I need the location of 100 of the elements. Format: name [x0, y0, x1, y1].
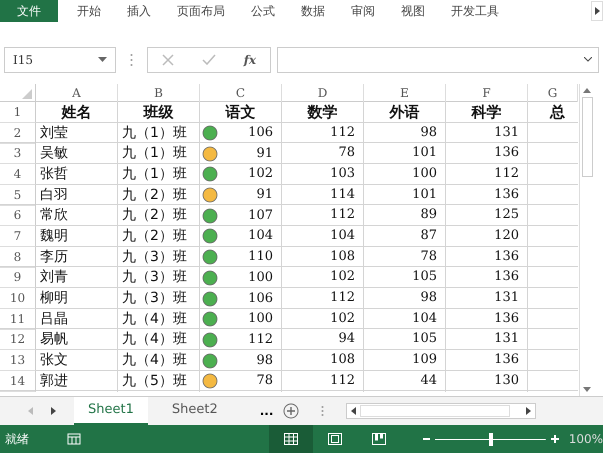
grip-icon — [321, 405, 324, 417]
slider-thumb[interactable] — [488, 432, 493, 446]
table-cell: 九（2）班 — [118, 226, 200, 247]
column-header[interactable]: F — [446, 84, 528, 102]
zoom-in-icon[interactable] — [550, 435, 559, 443]
table-cell: 104 — [282, 226, 364, 247]
table-cell: 张文 — [36, 350, 118, 372]
name-box[interactable]: I15 — [4, 46, 116, 73]
table-cell: 136 — [446, 308, 528, 330]
row-number[interactable]: 7 — [0, 226, 36, 247]
column-header[interactable]: B — [118, 84, 200, 102]
table-cell: 94 — [282, 329, 364, 350]
sheet-tab[interactable]: Sheet2 — [158, 397, 232, 425]
more-sheets-button[interactable]: ... — [260, 404, 274, 418]
ribbon-tab[interactable]: 审阅 — [338, 0, 388, 22]
ribbon-tab[interactable]: 视图 — [388, 0, 438, 22]
ribbon-tab[interactable]: 页面布局 — [164, 0, 238, 22]
table-cell: 136 — [446, 267, 528, 288]
table-cell-text: 106 — [248, 290, 273, 308]
table-cell: 100 — [364, 164, 446, 185]
row-number[interactable]: 13 — [0, 350, 36, 372]
table-cell: 九（1）班 — [118, 122, 200, 144]
ribbon-tab[interactable]: 公式 — [238, 0, 288, 22]
ribbon-tab[interactable]: 数据 — [288, 0, 338, 22]
row-number[interactable]: 14 — [0, 370, 36, 392]
table-cell: 易帆 — [36, 329, 118, 350]
row-number[interactable]: 8 — [0, 246, 36, 268]
row-number[interactable]: 9 — [0, 267, 36, 288]
ribbon-tab[interactable]: 文件 — [0, 0, 58, 22]
table-cell: 九（3）班 — [118, 267, 200, 288]
table-cell: 130 — [446, 370, 528, 392]
table-cell: 李历 — [36, 246, 118, 268]
table-cell: 136 — [446, 246, 528, 268]
table-cell: 120 — [446, 226, 528, 247]
table-cell: 136 — [446, 143, 528, 164]
table-cell: 87 — [364, 226, 446, 247]
row-number[interactable]: 12 — [0, 329, 36, 350]
row-number[interactable]: 11 — [0, 308, 36, 330]
table-cell: 109 — [364, 350, 446, 372]
table-cell: 104 — [364, 308, 446, 330]
table-cell: 108 — [282, 350, 364, 372]
table-cell: 九（2）班 — [118, 184, 200, 206]
table-cell: 131 — [446, 122, 528, 144]
row-number[interactable]: 5 — [0, 184, 36, 206]
row-number[interactable]: 4 — [0, 164, 36, 185]
table-cell: 98 — [364, 122, 446, 144]
chevron-down-icon — [584, 57, 592, 62]
grid-icon — [284, 433, 298, 445]
table-cell: 101 — [364, 184, 446, 206]
row-number[interactable]: 1 — [0, 102, 36, 123]
scrollbar-thumb[interactable] — [582, 96, 592, 177]
column-header[interactable]: G — [528, 84, 578, 102]
table-cell: 张哲 — [36, 164, 118, 185]
scroll-up-icon[interactable] — [583, 88, 591, 93]
table-cell-text: 100 — [248, 268, 273, 287]
scrollbar-thumb[interactable] — [360, 405, 510, 417]
table-cell: 常欣 — [36, 205, 118, 226]
zoom-out-icon[interactable] — [422, 435, 430, 443]
row-number[interactable]: 2 — [0, 122, 36, 144]
table-cell: 吕晶 — [36, 308, 118, 330]
scroll-left-icon[interactable] — [351, 407, 356, 415]
ribbon-tab[interactable]: 开发工具 — [438, 0, 512, 22]
row-number[interactable]: 6 — [0, 205, 36, 226]
ribbon-tab[interactable]: 插入 — [114, 0, 164, 22]
horizontal-scrollbar[interactable] — [346, 403, 536, 419]
table-cell: 105 — [364, 267, 446, 288]
column-header[interactable]: E — [364, 84, 446, 102]
dropdown-icon — [98, 57, 107, 62]
table-cell: 九（3）班 — [118, 288, 200, 310]
table-cell: 112 — [446, 164, 528, 185]
scroll-right-icon[interactable] — [526, 407, 532, 415]
table-cell: 112 — [282, 370, 364, 392]
table-cell: 98 — [364, 288, 446, 310]
scroll-right-icon[interactable] — [591, 1, 603, 21]
scroll-down-icon[interactable] — [583, 387, 591, 392]
next-sheet-icon[interactable] — [51, 407, 56, 415]
formula-input[interactable] — [277, 46, 599, 73]
zoom-level[interactable]: 100% — [568, 432, 603, 446]
vertical-scrollbar[interactable] — [579, 84, 594, 396]
table-cell-text: 100 — [248, 310, 273, 328]
insert-function-button[interactable]: fx — [244, 52, 256, 67]
normal-view-button[interactable] — [268, 425, 313, 453]
table-cell: 九（3）班 — [118, 246, 200, 268]
ribbon-tab[interactable]: 开始 — [64, 0, 114, 22]
check-icon[interactable] — [202, 54, 216, 66]
column-header[interactable]: D — [282, 84, 364, 102]
table-cell: 九（4）班 — [118, 308, 200, 330]
table-cell: 101 — [364, 143, 446, 164]
table-cell: 78 — [282, 143, 364, 164]
column-header[interactable]: A — [36, 84, 118, 102]
sheet-tab[interactable]: Sheet1 — [74, 397, 148, 425]
table-cell-text: 112 — [248, 330, 273, 349]
column-header[interactable]: C — [200, 84, 282, 102]
row-number[interactable]: 10 — [0, 288, 36, 310]
sheet-icon[interactable] — [67, 433, 81, 445]
table-cell: 刘莹 — [36, 122, 118, 144]
add-sheet-icon[interactable] — [283, 403, 300, 419]
table-header-cell-text: 总 — [548, 102, 566, 123]
row-number[interactable]: 3 — [0, 143, 36, 164]
table-cell: 136 — [446, 184, 528, 206]
